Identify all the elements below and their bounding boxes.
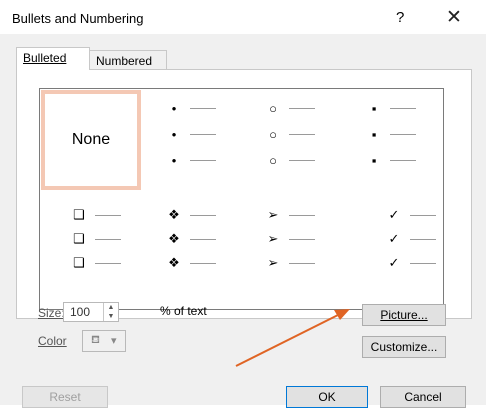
- tab-bulleted-label: Bulleted: [23, 51, 67, 65]
- annotation-arrow-line: [235, 314, 339, 367]
- annotation-arrow-head: [334, 309, 350, 320]
- tab-bulleted[interactable]: Bulleted: [16, 47, 90, 70]
